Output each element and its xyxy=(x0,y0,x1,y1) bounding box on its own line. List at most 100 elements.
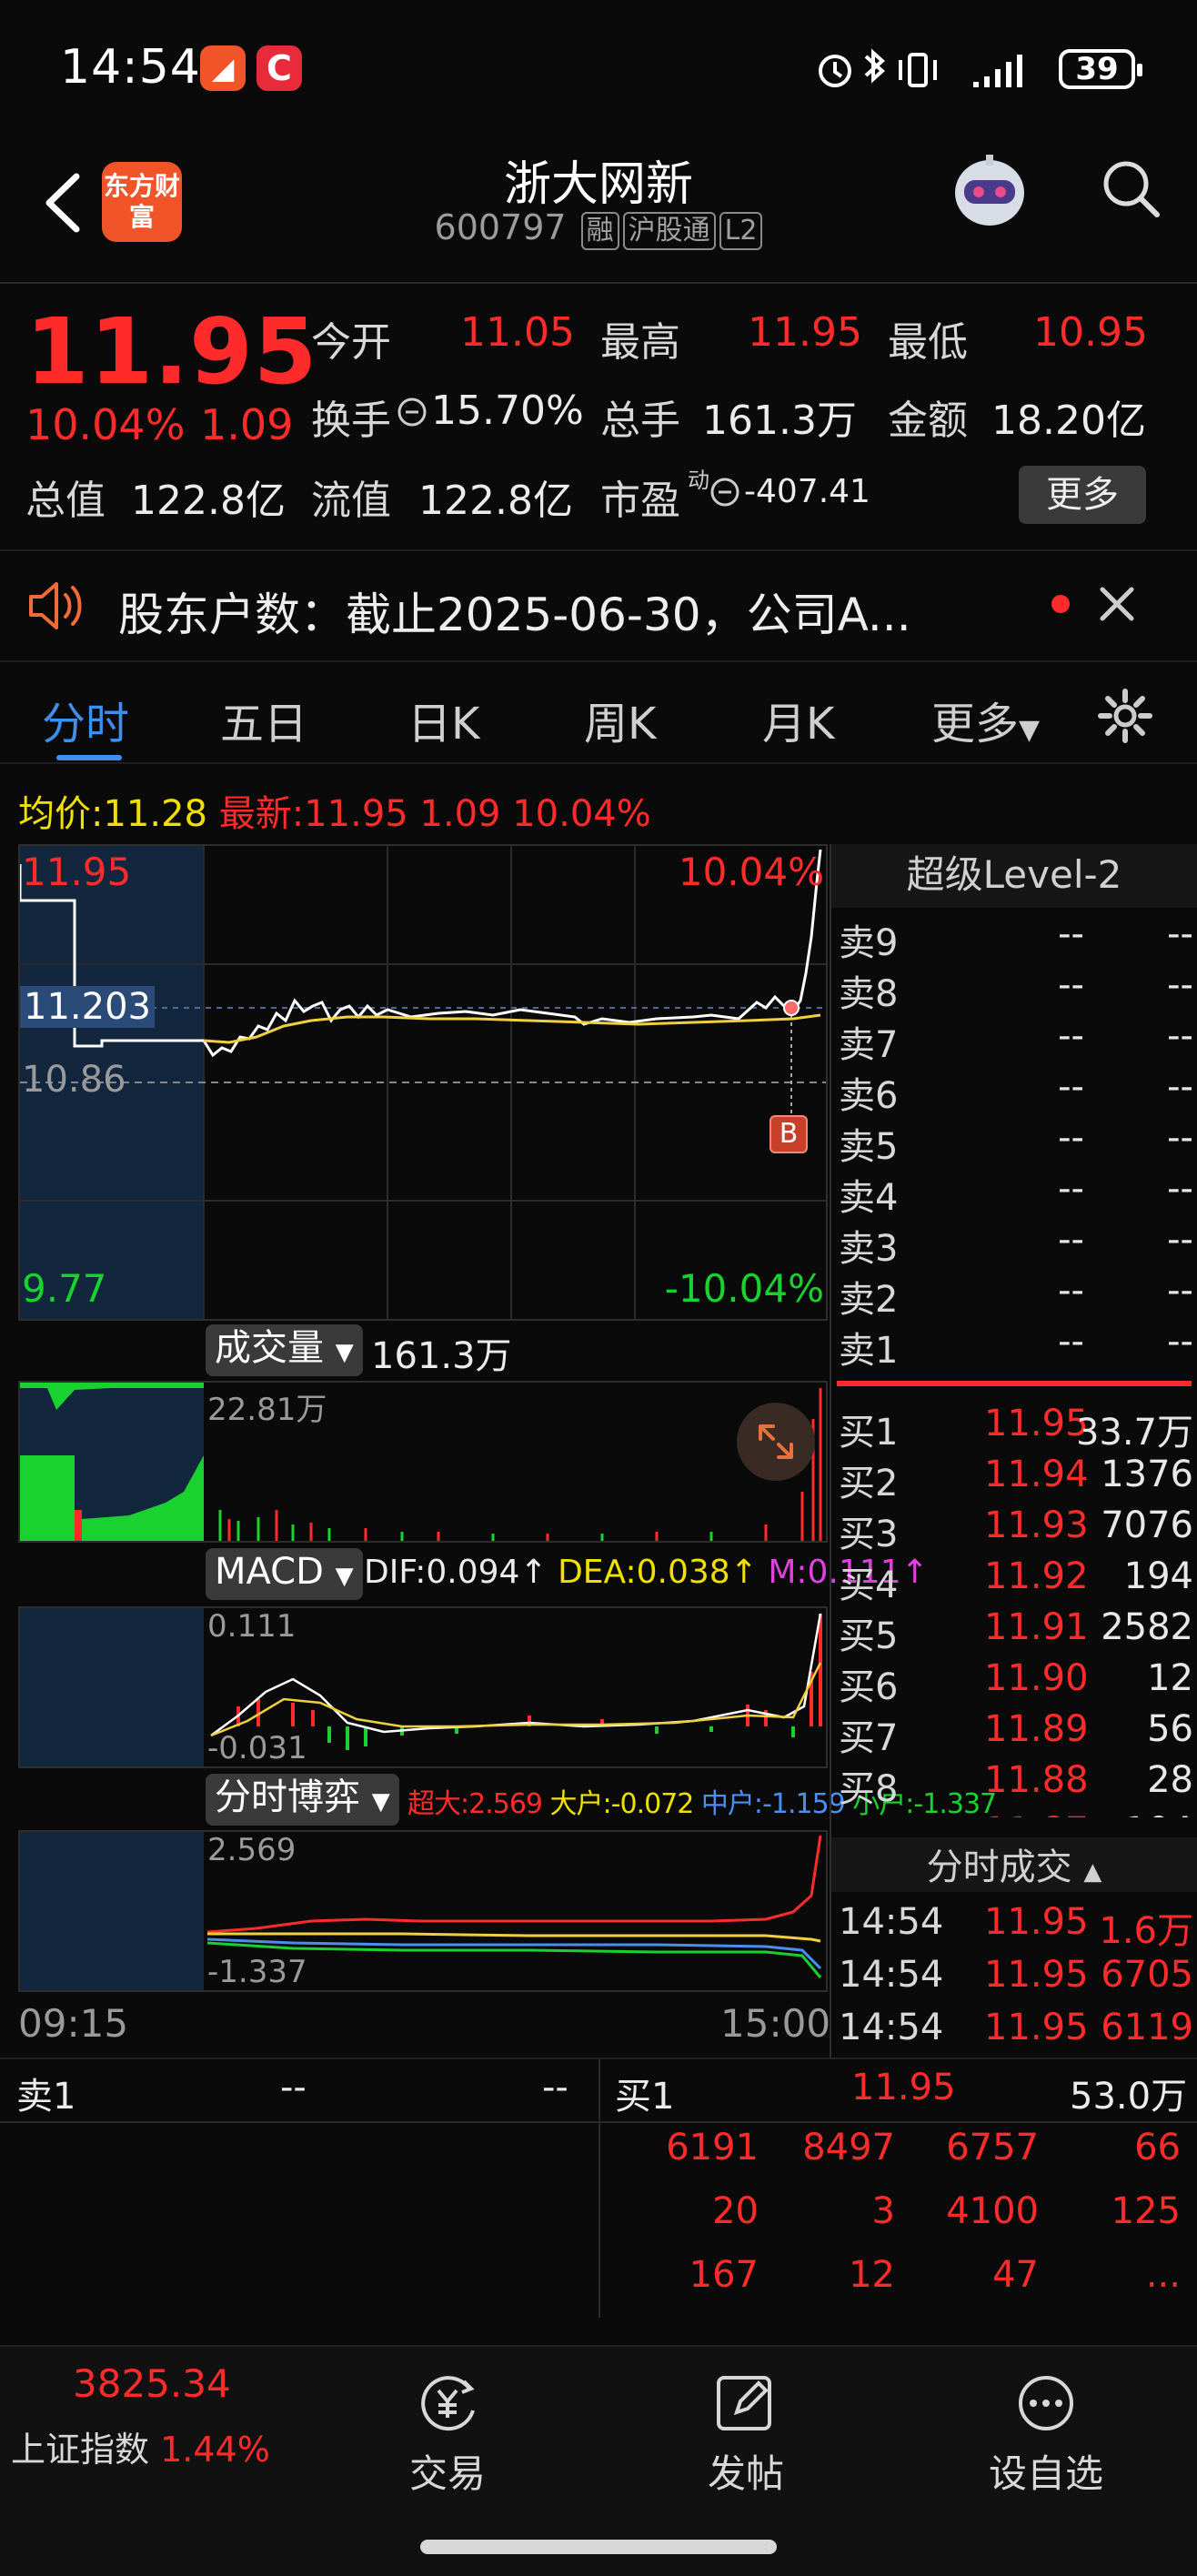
sell-level-label: 卖4 xyxy=(839,1177,899,1219)
nav-watchlist-label: 设自选 xyxy=(988,2451,1103,2496)
chart-settings-button[interactable] xyxy=(1097,688,1153,748)
battery-icon: 39 xyxy=(1059,49,1142,89)
volume-indicator-select[interactable]: 成交量 ▼ xyxy=(206,1324,363,1376)
buy-row[interactable]: 买4 11.92 194 xyxy=(839,1555,1193,1606)
info-icon[interactable] xyxy=(397,397,428,431)
flow-top-label: 2.569 xyxy=(207,1832,297,1868)
tab-monthly-k[interactable]: 月K xyxy=(762,688,834,751)
pe-info-icon[interactable] xyxy=(709,477,740,511)
flow-chart[interactable]: 2.569 -1.337 xyxy=(18,1830,828,1992)
tab-five-day[interactable]: 五日 xyxy=(220,688,307,751)
sell-price: -- xyxy=(1058,1270,1084,1312)
buy-row[interactable]: 买1 11.95 33.7万 xyxy=(839,1403,1193,1454)
index-row: 上证指数 1.44% xyxy=(11,2421,270,2471)
sell-row[interactable]: 卖1 -- -- xyxy=(839,1321,1193,1372)
sell-volume: -- xyxy=(1167,1219,1193,1261)
buy-row[interactable]: 买2 11.94 1376 xyxy=(839,1454,1193,1504)
amount-label: 金额 xyxy=(888,397,968,444)
tab-more[interactable]: 更多▼ xyxy=(931,688,1040,751)
sell-level-label: 卖2 xyxy=(839,1279,899,1321)
buy-row[interactable]: 买7 11.89 56 xyxy=(839,1708,1193,1759)
sell-volume: -- xyxy=(1167,1321,1193,1363)
buy-row[interactable]: 买8 11.88 28 xyxy=(839,1759,1193,1810)
buy-marker[interactable]: B xyxy=(770,1115,808,1153)
crosshair-price-label: 11.203 xyxy=(20,986,155,1028)
sell-row[interactable]: 卖7 -- -- xyxy=(839,1015,1193,1066)
assistant-robot-icon[interactable] xyxy=(946,153,1033,235)
tick-time: 14:54 xyxy=(839,1901,944,1943)
sell-price: -- xyxy=(1058,913,1084,955)
pe-label: 市盈 xyxy=(600,478,680,524)
macd-dea: DEA:0.038↑ xyxy=(558,1554,758,1591)
notice-text[interactable]: 股东户数：截止2025-06-30，公司A... xyxy=(118,579,1010,644)
buy-volume: 56 xyxy=(1147,1708,1193,1750)
macd-indicator-select[interactable]: MACD ▼ xyxy=(206,1548,363,1600)
home-indicator[interactable] xyxy=(420,2540,777,2554)
macd-top-label: 0.111 xyxy=(207,1608,297,1645)
buy-row[interactable]: 买3 11.93 7076 xyxy=(839,1504,1193,1555)
tab-more-label: 更多 xyxy=(931,699,1020,750)
buy-price: 11.90 xyxy=(984,1657,1089,1699)
float-value: 122.8亿 xyxy=(418,478,573,524)
nav-post[interactable]: 发帖 xyxy=(655,2370,837,2499)
sell-level-label: 卖8 xyxy=(839,973,899,1015)
close-icon xyxy=(1100,587,1134,621)
low-value: 10.95 xyxy=(1033,309,1148,356)
search-button[interactable] xyxy=(1099,156,1162,220)
sell-row[interactable]: 卖4 -- -- xyxy=(839,1168,1193,1219)
chart-legend: 均价:11.28 最新:11.95 1.09 10.04% xyxy=(18,784,651,837)
buy-row[interactable]: 买6 11.90 12 xyxy=(839,1657,1193,1708)
macd-chart-svg xyxy=(20,1608,822,1766)
ob-mask xyxy=(831,1817,1197,1837)
sell-row[interactable]: 卖8 -- -- xyxy=(839,964,1193,1015)
detail-divider xyxy=(598,2059,600,2318)
more-quote-button[interactable]: 更多 xyxy=(1019,466,1146,524)
detail-order-cell: 4100 xyxy=(946,2190,1039,2232)
detail-row-divider xyxy=(0,2121,1197,2123)
sell-level-label: 卖3 xyxy=(839,1228,899,1270)
buy-price: 11.91 xyxy=(984,1606,1089,1648)
dropdown-arrow-icon: ▼ xyxy=(335,1563,354,1590)
tab-intraday[interactable]: 分时 xyxy=(42,688,129,751)
tab-weekly-k[interactable]: 周K xyxy=(584,688,656,751)
nav-trade[interactable]: 交易 xyxy=(357,2370,538,2499)
detail-order-cell: 66 xyxy=(1134,2127,1181,2168)
macd-chart[interactable]: 0.111 -0.031 xyxy=(18,1606,828,1768)
sell-row[interactable]: 卖2 -- -- xyxy=(839,1270,1193,1321)
tab-daily-k[interactable]: 日K xyxy=(407,688,479,751)
ticks-header[interactable]: 分时成交 ▲ xyxy=(831,1837,1197,1892)
chart-top-price: 11.95 xyxy=(22,850,132,894)
nav-watchlist[interactable]: 设自选 xyxy=(955,2370,1137,2499)
close-notice-button[interactable] xyxy=(1097,584,1137,628)
sell-row[interactable]: 卖6 -- -- xyxy=(839,1066,1193,1117)
flow-bottom-label: -1.337 xyxy=(207,1954,307,1990)
buy-level-label: 买1 xyxy=(839,1412,899,1454)
volume-chart[interactable]: 22.81万 xyxy=(18,1381,828,1543)
trade-yen-icon xyxy=(421,2376,475,2431)
high-value: 11.95 xyxy=(748,309,862,356)
expand-chart-button[interactable] xyxy=(737,1403,815,1481)
sell-volume: -- xyxy=(1167,1270,1193,1312)
sell-price: -- xyxy=(1058,1168,1084,1210)
sell-row[interactable]: 卖9 -- -- xyxy=(839,913,1193,964)
buy-level-label: 买2 xyxy=(839,1463,899,1504)
flow-indicator-select[interactable]: 分时博弈 ▼ xyxy=(206,1774,399,1826)
detail-order-cell: 47 xyxy=(992,2254,1039,2296)
status-time: 14:54 xyxy=(60,40,201,95)
sell-level-label: 卖6 xyxy=(839,1075,899,1117)
detail-order-cell: 12 xyxy=(849,2254,895,2296)
buy-volume: 1376 xyxy=(1101,1454,1193,1495)
buy-row[interactable]: 买5 11.91 2582 xyxy=(839,1606,1193,1657)
intraday-chart[interactable]: 11.95 10.04% 11.203 10.86 9.77 -10.04% B xyxy=(18,844,828,1321)
sell-price: -- xyxy=(1058,1117,1084,1159)
stock-code: 600797 xyxy=(434,207,567,247)
sell-row[interactable]: 卖5 -- -- xyxy=(839,1117,1193,1168)
last-label: 最新: xyxy=(218,793,305,835)
tick-volume: 1.6万 xyxy=(1099,1910,1193,1952)
volume-label: 成交量 ▼ xyxy=(206,1324,363,1376)
sell-row[interactable]: 卖3 -- -- xyxy=(839,1219,1193,1270)
level2-title[interactable]: 超级Level-2 xyxy=(831,844,1197,908)
pe-superscript: 动 xyxy=(688,468,709,493)
buy-level-label: 买7 xyxy=(839,1717,899,1759)
index-ticker[interactable]: 3825.34 上证指数 1.44% xyxy=(0,2361,291,2498)
